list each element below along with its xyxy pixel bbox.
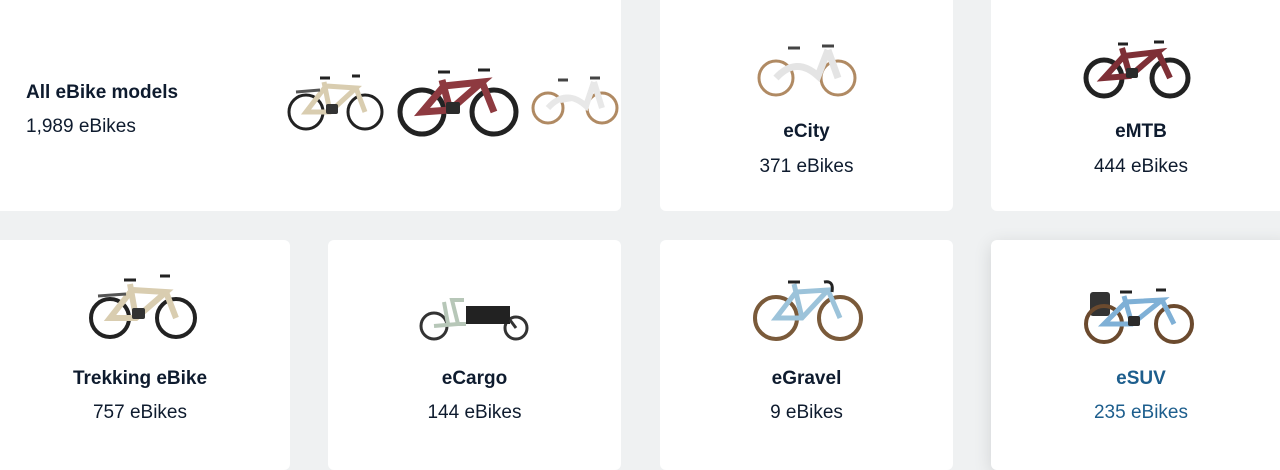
category-card-trekking-ebike[interactable]: Trekking eBike 757 eBikes bbox=[0, 240, 290, 470]
category-title: eCargo bbox=[441, 368, 508, 389]
category-title: eCity bbox=[783, 121, 830, 142]
cargo-bike-icon bbox=[419, 298, 529, 341]
all-models-count: 1,989 eBikes bbox=[26, 116, 136, 137]
category-count: 144 eBikes bbox=[427, 402, 522, 423]
category-count: 9 eBikes bbox=[770, 402, 843, 423]
trekking-bike-image bbox=[287, 74, 384, 131]
all-ebike-models-card[interactable]: All eBike models 1,989 eBikes bbox=[0, 0, 621, 211]
category-title: eSUV bbox=[1116, 368, 1166, 389]
city-bike-image bbox=[531, 76, 619, 125]
category-card-esuv[interactable]: eSUV 235 eBikes bbox=[991, 240, 1280, 470]
category-title: eMTB bbox=[1115, 121, 1167, 142]
category-card-emtb[interactable]: eMTB 444 eBikes bbox=[991, 0, 1280, 211]
category-count: 757 eBikes bbox=[92, 402, 187, 423]
mountain-bike-icon bbox=[1083, 40, 1191, 99]
all-models-title: All eBike models bbox=[26, 82, 179, 103]
trekking-bike-icon bbox=[89, 274, 197, 339]
mountain-bike-image bbox=[397, 68, 519, 137]
suv-bike-icon bbox=[1084, 288, 1194, 344]
gravel-bike-icon bbox=[753, 280, 863, 341]
category-title: Trekking eBike bbox=[72, 368, 208, 389]
category-card-ecargo[interactable]: eCargo 144 eBikes bbox=[328, 240, 621, 470]
category-count: 371 eBikes bbox=[759, 156, 854, 177]
category-count: 444 eBikes bbox=[1093, 156, 1188, 177]
category-card-ecity[interactable]: eCity 371 eBikes bbox=[660, 0, 953, 211]
category-title: eGravel bbox=[771, 368, 842, 389]
city-bike-icon bbox=[757, 44, 857, 97]
category-card-egravel[interactable]: eGravel 9 eBikes bbox=[660, 240, 953, 470]
category-count: 235 eBikes bbox=[1093, 402, 1188, 423]
